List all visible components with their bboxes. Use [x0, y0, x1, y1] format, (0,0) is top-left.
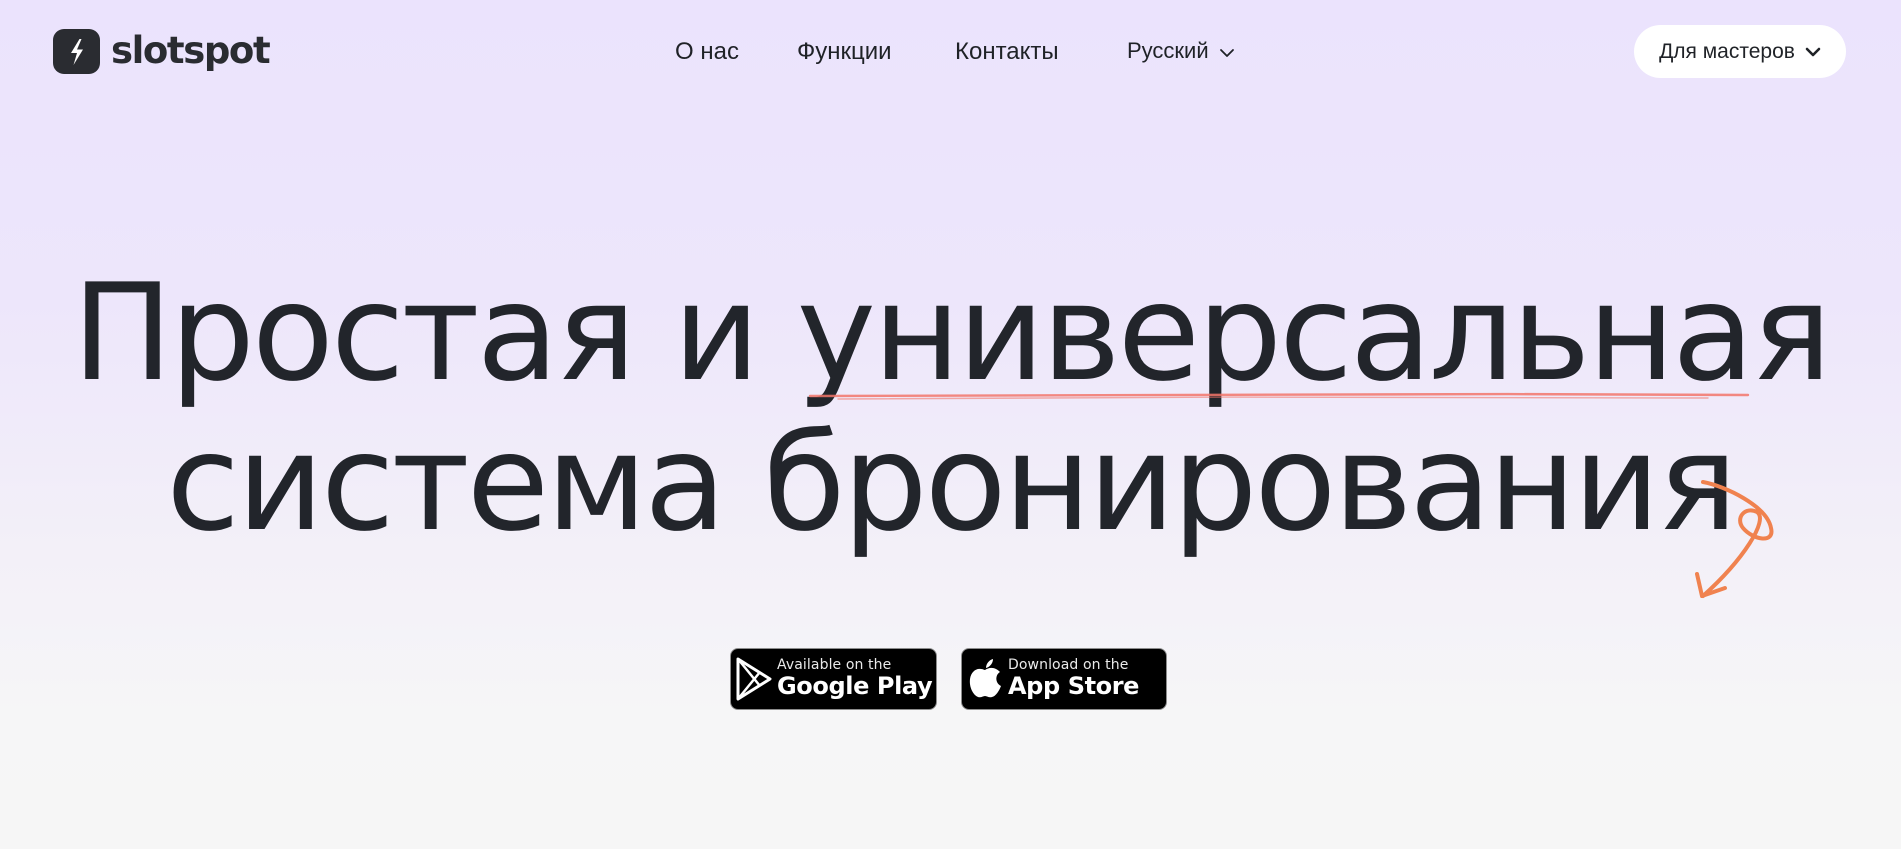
chevron-down-icon — [1805, 40, 1821, 64]
google-play-small: Available on the — [777, 657, 892, 673]
brand-name: slotspot — [111, 28, 271, 72]
hero-headline: Простая и универсальная система брониров… — [0, 258, 1901, 558]
highlight-underline — [808, 392, 1750, 400]
nav-link-contacts[interactable]: Контакты — [955, 37, 1059, 67]
app-store-big: App Store — [1008, 672, 1140, 700]
apple-icon — [962, 658, 1008, 700]
curly-arrow-icon — [1695, 480, 1774, 598]
nav-link-features[interactable]: Функции — [797, 37, 892, 67]
language-selector[interactable]: Русский — [1127, 37, 1235, 65]
app-store-text: Download on the App Store — [1008, 658, 1139, 700]
for-masters-label: Для мастеров — [1659, 39, 1795, 63]
hero-headline-line-2: система бронирования — [166, 405, 1738, 561]
nav-link-about[interactable]: О нас — [675, 37, 739, 67]
logo[interactable]: slotspot — [53, 28, 271, 74]
app-store-small: Download on the — [1008, 657, 1129, 673]
app-store-button[interactable]: Download on the App Store — [961, 648, 1167, 710]
google-play-big: Google Play — [777, 672, 933, 700]
google-play-text: Available on the Google Play — [777, 657, 933, 700]
for-masters-button[interactable]: Для мастеров — [1634, 25, 1846, 78]
language-label: Русский — [1127, 38, 1209, 63]
google-play-icon — [731, 656, 777, 702]
hero-headline-plain: Простая и — [72, 255, 760, 411]
google-play-button[interactable]: Available on the Google Play — [730, 648, 937, 710]
lightning-bolt-icon — [53, 29, 100, 74]
chevron-down-icon — [1219, 38, 1235, 64]
